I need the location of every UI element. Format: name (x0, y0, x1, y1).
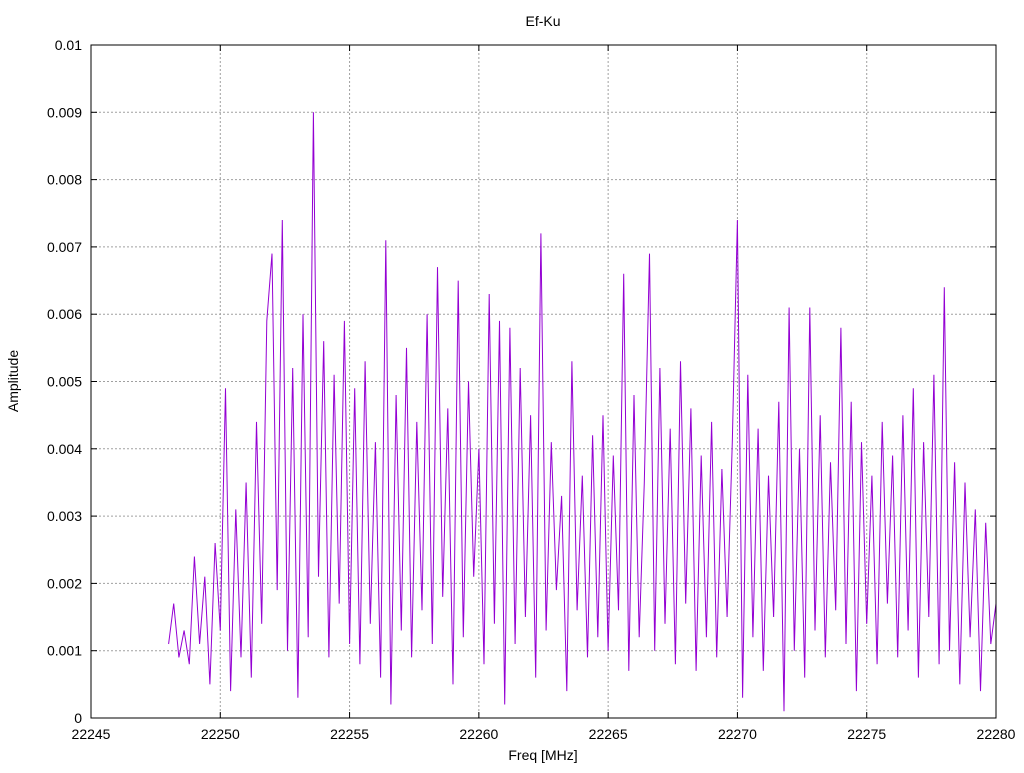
y-tick-label: 0.002 (47, 575, 82, 591)
x-tick-label: 22270 (718, 726, 757, 742)
x-tick-label: 22255 (330, 726, 369, 742)
y-tick-label: 0 (74, 710, 82, 726)
x-tick-label: 22275 (847, 726, 886, 742)
y-axis-label: Amplitude (5, 350, 21, 412)
x-tick-label: 22280 (977, 726, 1016, 742)
chart: 22245 22250 22255 22260 22265 22270 22275 22280… (5, 13, 1016, 763)
x-tick-label: 22265 (589, 726, 628, 742)
x-tick-label: 22245 (72, 726, 111, 742)
x-axis-label: Freq [MHz] (508, 747, 577, 763)
y-tick-label: 0.006 (47, 306, 82, 322)
y-tick-label: 0.003 (47, 508, 82, 524)
ticks: 22245 22250 22255 22260 22265 22270 22275 22280… (47, 37, 1016, 742)
series-line (168, 112, 997, 712)
y-tick-label: 0.001 (47, 643, 82, 659)
y-tick-label: 0.004 (47, 441, 82, 457)
chart-title: Ef-Ku (525, 13, 560, 29)
y-tick-label: 0.005 (47, 374, 82, 390)
grid (91, 45, 996, 718)
y-tick-label: 0.007 (47, 239, 82, 255)
y-tick-label: 0.009 (47, 104, 82, 120)
y-tick-label: 0.01 (55, 37, 82, 53)
x-tick-label: 22250 (201, 726, 240, 742)
x-tick-label: 22260 (459, 726, 498, 742)
y-tick-label: 0.008 (47, 172, 82, 188)
